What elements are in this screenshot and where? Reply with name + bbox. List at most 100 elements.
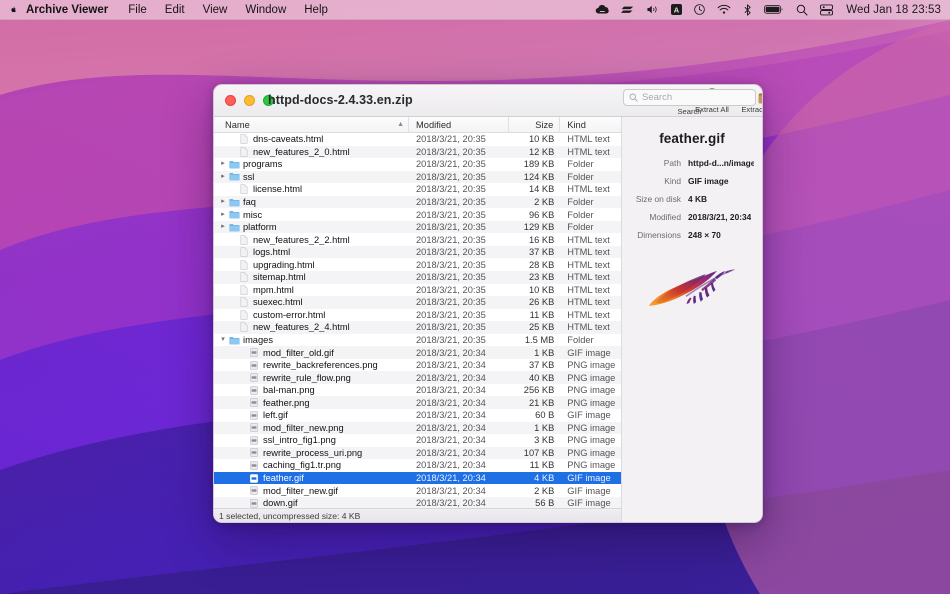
disclosure-chevron-down-icon[interactable]: ▾: [218, 335, 228, 345]
cell-kind: PNG image: [567, 447, 616, 458]
window-title: httpd-docs-2.4.33.en.zip: [268, 93, 413, 107]
table-row[interactable]: feather.png 2018/3/21, 20:34 21 KB PNG imag…: [214, 396, 621, 410]
cell-size: 37 KB: [528, 247, 555, 258]
cell-modified: 2018/3/21, 20:35: [416, 146, 486, 157]
menu-item-window[interactable]: Window: [236, 0, 295, 20]
table-row[interactable]: mod_filter_old.gif 2018/3/21, 20:34 1 KB GI…: [214, 346, 621, 359]
disclosure-chevron-right-icon[interactable]: ▸: [218, 222, 228, 232]
minimize-button[interactable]: [244, 95, 255, 106]
table-row[interactable]: ▸ programs 2018/3/21, 20:35 189 KB Folder: [214, 158, 621, 171]
cell-kind: Folder: [567, 335, 594, 346]
search-input[interactable]: Search: [623, 89, 756, 106]
stocks-icon[interactable]: [615, 0, 640, 20]
table-row[interactable]: rewrite_process_uri.png 2018/3/21, 20:34 1…: [214, 446, 621, 460]
inspector-field: Size on disk 4 KB: [626, 194, 754, 204]
table-row[interactable]: caching_fig1.tr.png 2018/3/21, 20:34 11 KB…: [214, 459, 621, 472]
table-row[interactable]: ▾ images 2018/3/21, 20:35 1.5 MB Folder: [214, 333, 621, 347]
menu-item-help[interactable]: Help: [295, 0, 337, 20]
inspector-field-label: Dimensions: [637, 230, 681, 240]
battery-icon[interactable]: [758, 0, 790, 20]
table-row[interactable]: suexec.html 2018/3/21, 20:35 26 KB HTML tex…: [214, 296, 621, 309]
menu-item-view[interactable]: View: [194, 0, 237, 20]
image-file-icon: [248, 486, 260, 495]
table-row[interactable]: rewrite_backreferences.png 2018/3/21, 20:…: [214, 358, 621, 372]
disclosure-chevron-right-icon[interactable]: ▸: [218, 172, 228, 182]
file-list[interactable]: dns-caveats.html 2018/3/21, 20:35 10 KB HTM…: [214, 133, 621, 508]
disclosure-chevron-right-icon[interactable]: ▸: [218, 197, 228, 207]
table-row[interactable]: license.html 2018/3/21, 20:35 14 KB HTML te…: [214, 183, 621, 196]
menu-bar-clock[interactable]: Wed Jan 18 23:53: [839, 4, 941, 16]
cell-name: mod_filter_old.gif: [214, 348, 409, 358]
table-row[interactable]: ▸ platform 2018/3/21, 20:35 129 KB Folder: [214, 220, 621, 234]
table-row[interactable]: ssl_intro_fig1.png 2018/3/21, 20:34 3 KB PN…: [214, 434, 621, 447]
file-name-label: down.gif: [263, 498, 298, 508]
table-row[interactable]: mpm.html 2018/3/21, 20:35 10 KB HTML text: [214, 283, 621, 297]
table-row[interactable]: ▸ ssl 2018/3/21, 20:35 124 KB Folder: [214, 170, 621, 184]
table-row[interactable]: mod_filter_new.gif 2018/3/21, 20:34 2 KB GI…: [214, 484, 621, 497]
inspector-field: Path httpd-d...n/images: [626, 158, 754, 168]
menu-app-name[interactable]: Archive Viewer: [21, 0, 119, 20]
table-row[interactable]: new_features_2_0.html 2018/3/21, 20:35 12 …: [214, 145, 621, 159]
menu-item-file[interactable]: File: [119, 0, 156, 20]
column-header-kind[interactable]: Kind: [560, 117, 621, 133]
file-name-label: rewrite_rule_flow.png: [263, 372, 351, 383]
column-header-size[interactable]: Size: [509, 116, 561, 133]
table-row[interactable]: custom-error.html 2018/3/21, 20:35 11 KB HT…: [214, 308, 621, 322]
extract-selected-icon: [758, 86, 762, 105]
traffic-light-group: [214, 85, 274, 106]
menu-item-edit[interactable]: Edit: [156, 0, 194, 20]
html-file-icon: [238, 285, 250, 295]
column-header-name[interactable]: Name ▲: [214, 116, 410, 133]
table-row[interactable]: new_features_2_2.html 2018/3/21, 20:35 16 …: [214, 233, 621, 246]
table-row[interactable]: down.gif 2018/3/21, 20:34 56 B GIF image: [214, 496, 621, 508]
cell-modified: 2018/3/21, 20:35: [416, 259, 486, 270]
table-row[interactable]: new_features_2_4.html 2018/3/21, 20:35 25 …: [214, 321, 621, 334]
cell-name: ssl_intro_fig1.png: [214, 435, 409, 445]
table-row[interactable]: ▸ misc 2018/3/21, 20:35 96 KB Folder: [214, 208, 621, 221]
cell-size: 25 KB: [528, 322, 555, 333]
cell-size: 16 KB: [528, 234, 555, 245]
spotlight-search-icon[interactable]: [790, 0, 814, 20]
table-row[interactable]: sitemap.html 2018/3/21, 20:35 23 KB HTML te…: [214, 271, 621, 284]
file-name-label: custom-error.html: [253, 309, 326, 320]
cell-name: mod_filter_new.gif: [214, 486, 409, 496]
cell-modified: 2018/3/21, 20:34: [416, 397, 486, 408]
apple-logo-glyph: [11, 6, 16, 13]
disclosure-chevron-right-icon[interactable]: ▸: [218, 210, 228, 220]
apple-logo-icon[interactable]: [8, 2, 21, 17]
table-row[interactable]: feather.gif 2018/3/21, 20:34 4 KB GIF image: [214, 471, 621, 485]
wifi-icon[interactable]: [711, 0, 737, 20]
cell-modified: 2018/3/21, 20:35: [416, 197, 486, 207]
cell-modified: 2018/3/21, 20:34: [416, 435, 486, 446]
table-row[interactable]: mod_filter_new.png 2018/3/21, 20:34 1 KB PN…: [214, 421, 621, 435]
status-bar-text: 1 selected, uncompressed size: 4 KB: [219, 510, 361, 521]
table-row[interactable]: logs.html 2018/3/21, 20:35 37 KB HTML text: [214, 245, 621, 259]
bluetooth-icon[interactable]: [737, 0, 758, 20]
disclosure-chevron-right-icon[interactable]: ▸: [218, 159, 228, 169]
image-file-icon: [248, 348, 260, 357]
file-name-label: caching_fig1.tr.png: [263, 460, 342, 471]
table-row[interactable]: upgrading.html 2018/3/21, 20:35 28 KB HTML …: [214, 258, 621, 272]
cell-size: 21 KB: [528, 397, 555, 408]
table-row[interactable]: bal-man.png 2018/3/21, 20:34 256 KB PNG ima…: [214, 383, 621, 397]
table-row[interactable]: left.gif 2018/3/21, 20:34 60 B GIF image: [214, 409, 621, 422]
cell-size: 96 KB: [528, 209, 555, 220]
column-header-row: Name ▲ Modified Size Kind: [214, 116, 621, 133]
time-machine-icon[interactable]: [688, 0, 711, 20]
cloud-icon[interactable]: [589, 0, 615, 20]
close-button[interactable]: [225, 95, 236, 106]
table-row[interactable]: dns-caveats.html 2018/3/21, 20:35 10 KB HTM…: [214, 133, 621, 146]
cell-modified: 2018/3/21, 20:35: [416, 171, 486, 182]
cell-kind: GIF image: [567, 347, 611, 358]
table-row[interactable]: ▸ faq 2018/3/21, 20:35 2 KB Folder: [214, 195, 621, 209]
character-viewer-icon[interactable]: A: [665, 0, 688, 20]
table-row[interactable]: rewrite_rule_flow.png 2018/3/21, 20:34 40 …: [214, 371, 621, 384]
cell-name: bal-man.png: [214, 385, 409, 395]
control-center-icon[interactable]: [814, 0, 839, 20]
column-header-modified[interactable]: Modified: [409, 116, 509, 133]
volume-icon[interactable]: [640, 0, 665, 20]
